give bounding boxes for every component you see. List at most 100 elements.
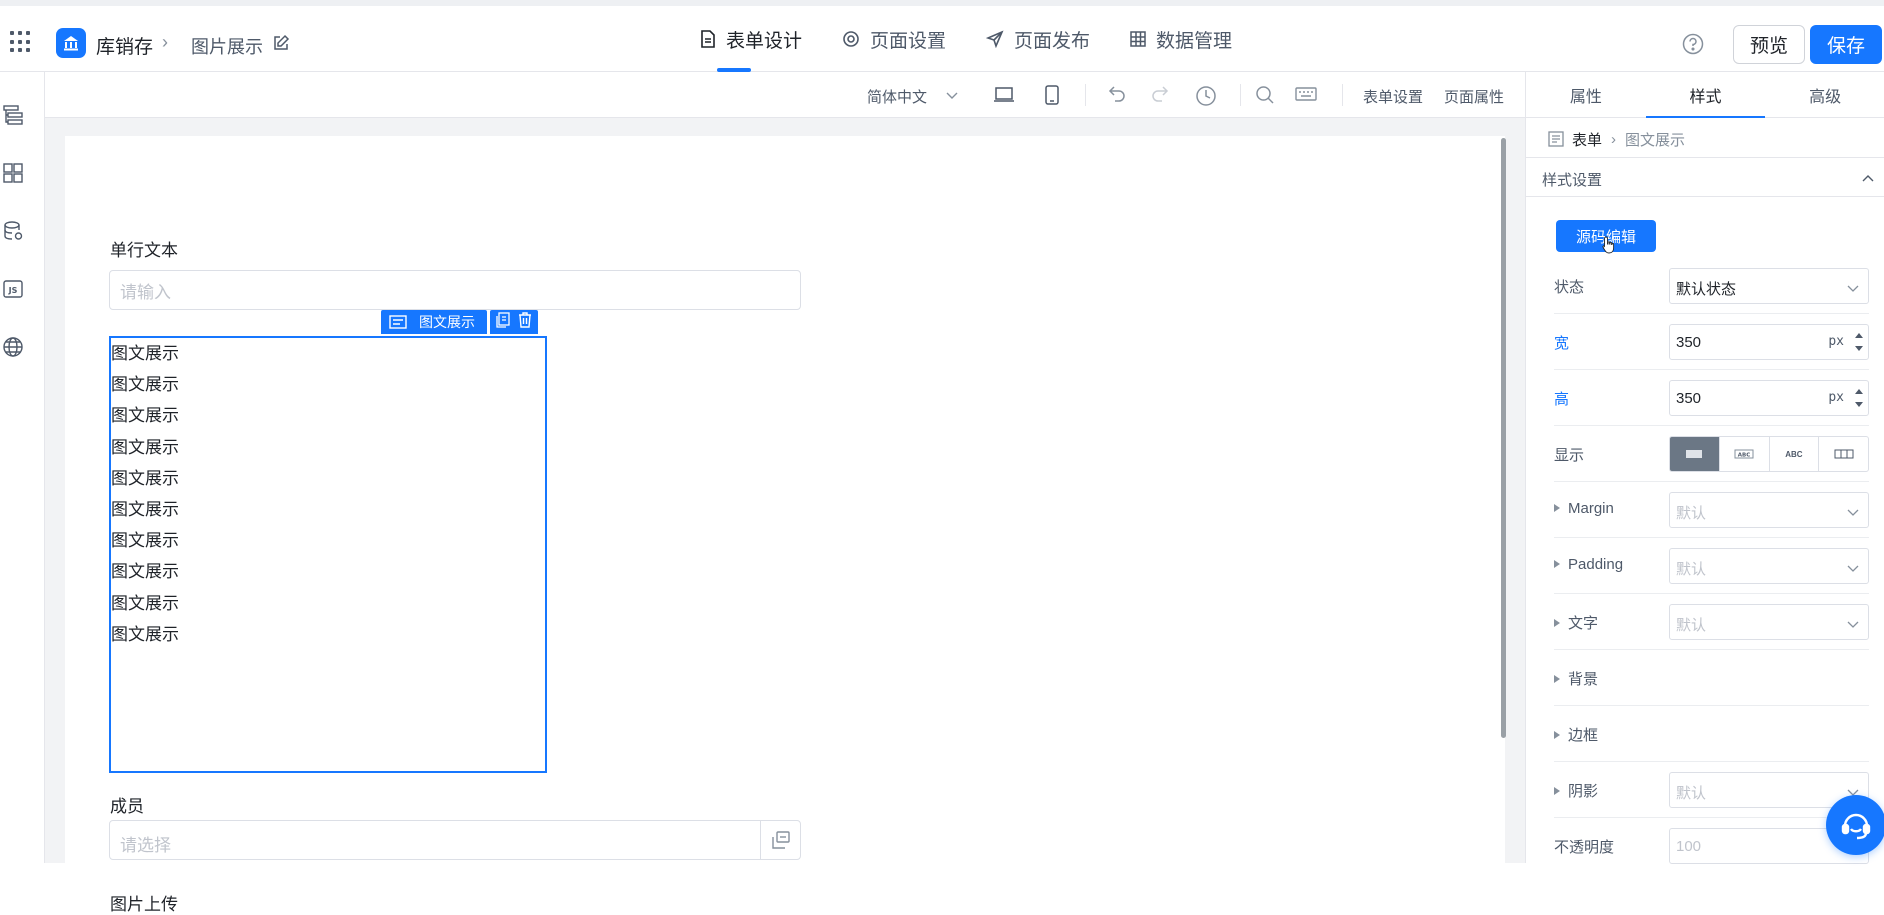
form-icon bbox=[1548, 131, 1564, 147]
display-option-text: ABC bbox=[1738, 453, 1751, 459]
app-grid-icon[interactable] bbox=[10, 31, 32, 53]
display-option-text: ABC bbox=[1785, 449, 1803, 459]
top-tabs: 表单设计 页面设置 页面发布 数据管理 bbox=[680, 6, 1252, 72]
edit-icon[interactable] bbox=[272, 34, 290, 57]
text-label[interactable]: 文字 bbox=[1554, 612, 1598, 633]
app-name[interactable]: 库销存 bbox=[96, 32, 153, 59]
display-label: 显示 bbox=[1554, 447, 1585, 464]
margin-label[interactable]: Margin bbox=[1554, 500, 1614, 517]
tab-properties[interactable]: 属性 bbox=[1526, 72, 1646, 117]
tab-label: 页面发布 bbox=[1014, 30, 1091, 52]
member-select-icon[interactable] bbox=[760, 821, 800, 859]
mobile-icon[interactable] bbox=[1045, 85, 1059, 110]
background-label[interactable]: 背景 bbox=[1554, 668, 1598, 689]
crumb-current: 图文展示 bbox=[1625, 131, 1686, 149]
tab-label: 表单设计 bbox=[726, 30, 803, 52]
border-label-text: 边框 bbox=[1568, 727, 1599, 744]
app-logo-icon bbox=[56, 28, 86, 58]
form-settings-link[interactable]: 表单设置 bbox=[1363, 86, 1423, 107]
rich-text-component[interactable]: 图文展示 图文展示 图文展示 图文展示 图文展示 图文展示 图文展示 图文展示 … bbox=[109, 336, 547, 773]
panel-breadcrumb: 表单 › 图文展示 bbox=[1548, 124, 1685, 154]
history-icon[interactable] bbox=[1195, 85, 1217, 112]
panel-tabs: 属性 样式 高级 bbox=[1526, 72, 1884, 118]
divider bbox=[1342, 84, 1343, 106]
help-icon[interactable] bbox=[1682, 33, 1704, 60]
language-select[interactable]: 简体中文 bbox=[867, 86, 927, 107]
width-label: 宽 bbox=[1554, 335, 1570, 352]
shadow-label[interactable]: 阴影 bbox=[1554, 780, 1598, 801]
outline-tree-icon[interactable] bbox=[2, 104, 24, 126]
hand-cursor-icon bbox=[1602, 236, 1616, 259]
chevron-up-icon[interactable] bbox=[1861, 170, 1875, 188]
opacity-label: 不透明度 bbox=[1554, 839, 1615, 856]
search-icon[interactable] bbox=[1255, 85, 1275, 110]
desktop-icon[interactable] bbox=[993, 85, 1015, 110]
display-segmented: ABC ABC bbox=[1669, 436, 1869, 472]
send-icon bbox=[986, 30, 1004, 48]
display-block-option[interactable] bbox=[1670, 437, 1720, 471]
text-input[interactable]: 请输入 bbox=[109, 270, 801, 310]
margin-select[interactable]: 默认 bbox=[1669, 492, 1869, 528]
display-inline-block-option[interactable]: ABC bbox=[1720, 437, 1770, 471]
text-label-text: 文字 bbox=[1568, 615, 1599, 632]
prop-shadow: 阴影 默认 bbox=[1554, 762, 1869, 818]
table-icon bbox=[1130, 31, 1146, 47]
field-label: 单行文本 bbox=[110, 241, 178, 260]
border-label[interactable]: 边框 bbox=[1554, 724, 1598, 745]
globe-icon[interactable] bbox=[2, 336, 24, 358]
text-placeholder: 默认 bbox=[1676, 617, 1707, 634]
tab-page-settings[interactable]: 页面设置 bbox=[822, 6, 966, 72]
display-inline-option[interactable]: ABC bbox=[1770, 437, 1820, 471]
member-label: 成员 bbox=[110, 797, 144, 816]
components-grid-icon[interactable] bbox=[2, 162, 24, 184]
selected-component-tag[interactable]: 图文展示 bbox=[381, 310, 487, 334]
tab-style[interactable]: 样式 bbox=[1645, 72, 1766, 118]
width-input[interactable]: 350 px bbox=[1669, 324, 1869, 360]
customer-support-icon[interactable] bbox=[1826, 795, 1884, 855]
chevron-down-icon bbox=[1846, 561, 1860, 579]
tab-advanced[interactable]: 高级 bbox=[1765, 72, 1884, 117]
text-select[interactable]: 默认 bbox=[1669, 604, 1869, 640]
properties-panel: 属性 样式 高级 表单 › 图文展示 样式设置 源码编辑 状态 默认状态 宽 3… bbox=[1525, 72, 1884, 864]
keyboard-icon[interactable] bbox=[1295, 85, 1317, 108]
text-line: 图文展示 bbox=[111, 437, 179, 457]
tab-label: 数据管理 bbox=[1156, 30, 1233, 52]
save-button[interactable]: 保存 bbox=[1810, 25, 1882, 64]
preview-button[interactable]: 预览 bbox=[1733, 25, 1805, 64]
design-canvas: 简体中文 表单设置 页面属性 单行文本 请输入 图文展示 图文展示 图文展示 图… bbox=[45, 72, 1525, 914]
display-flex-option[interactable] bbox=[1819, 437, 1868, 471]
stepper-icon[interactable] bbox=[1854, 329, 1864, 355]
crumb-root[interactable]: 表单 bbox=[1572, 129, 1602, 150]
top-header: 库销存 › 图片展示 表单设计 页面设置 页面发布 数据管理 预览 保存 bbox=[0, 0, 1884, 72]
selection-toolbar: 图文展示 bbox=[381, 310, 538, 334]
text-line: 图文展示 bbox=[111, 468, 179, 488]
tab-form-design[interactable]: 表单设计 bbox=[680, 6, 822, 72]
page-props-link[interactable]: 页面属性 bbox=[1444, 86, 1504, 107]
prop-height: 高 350 px bbox=[1554, 370, 1869, 426]
padding-select[interactable]: 默认 bbox=[1669, 548, 1869, 584]
text-block-icon bbox=[389, 315, 407, 329]
height-input[interactable]: 350 px bbox=[1669, 380, 1869, 416]
redo-icon[interactable] bbox=[1150, 85, 1172, 110]
copy-icon[interactable] bbox=[495, 311, 511, 333]
member-picker[interactable]: 请选择 bbox=[109, 820, 801, 860]
text-line: 图文展示 bbox=[111, 406, 179, 426]
state-select[interactable]: 默认状态 bbox=[1669, 268, 1869, 304]
canvas-scrollbar[interactable] bbox=[1501, 138, 1506, 738]
chevron-down-icon[interactable] bbox=[945, 88, 959, 106]
undo-icon[interactable] bbox=[1105, 85, 1127, 110]
left-sidebar: JS bbox=[0, 72, 45, 863]
padding-label[interactable]: Padding bbox=[1554, 556, 1623, 573]
delete-icon[interactable] bbox=[517, 311, 533, 333]
style-section-header[interactable]: 样式设置 bbox=[1526, 157, 1884, 197]
tab-data-manage[interactable]: 数据管理 bbox=[1110, 6, 1252, 72]
prop-state: 状态 默认状态 bbox=[1554, 258, 1869, 314]
background-label-text: 背景 bbox=[1568, 671, 1599, 688]
stepper-icon[interactable] bbox=[1854, 385, 1864, 411]
text-line: 图文展示 bbox=[111, 531, 179, 551]
data-source-icon[interactable] bbox=[2, 220, 24, 242]
js-icon[interactable]: JS bbox=[2, 278, 24, 300]
upload-label: 图片上传 bbox=[110, 895, 178, 914]
unit-label: px bbox=[1828, 390, 1844, 405]
tab-page-publish[interactable]: 页面发布 bbox=[966, 6, 1110, 72]
